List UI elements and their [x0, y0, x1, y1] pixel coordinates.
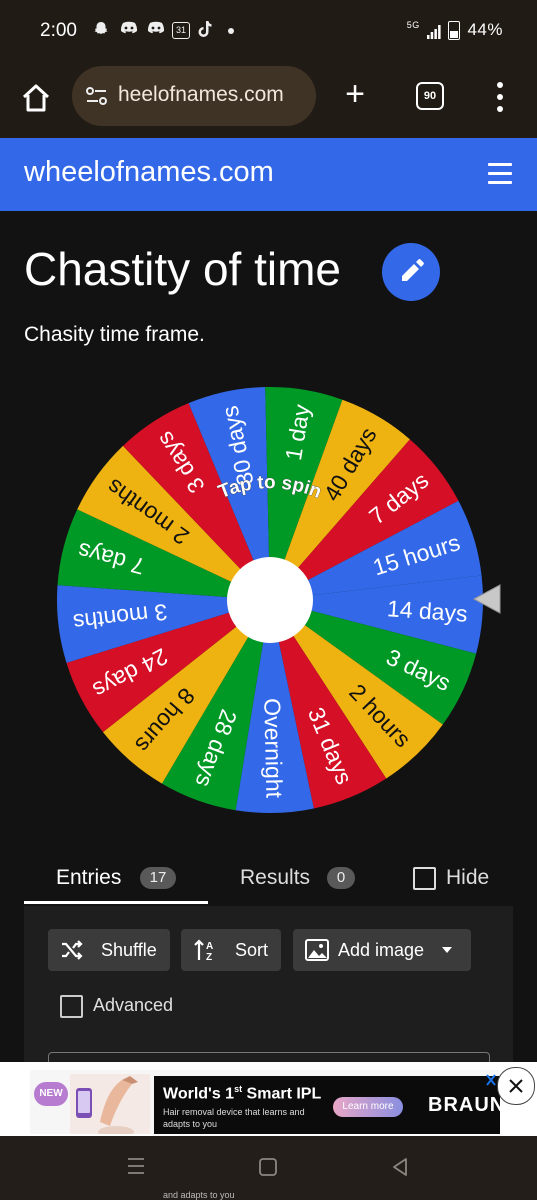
adchoices-icon[interactable]	[485, 1073, 497, 1090]
hide-checkbox[interactable]	[413, 867, 436, 890]
page-title: Chastity of time	[24, 243, 341, 295]
active-tab-indicator	[24, 901, 208, 904]
discord-icon	[145, 20, 167, 40]
ad-learn-more-button[interactable]: Learn more	[333, 1097, 403, 1117]
recent-apps-icon[interactable]	[125, 1156, 147, 1176]
entries-count-badge: 17	[140, 867, 176, 889]
caret-down-icon	[442, 947, 452, 953]
svg-text:Z: Z	[206, 952, 212, 962]
ad-close-button[interactable]	[497, 1067, 535, 1105]
hide-label[interactable]: Hide	[446, 866, 489, 890]
tab-entries-label[interactable]: Entries	[56, 866, 121, 890]
ad-new-badge: NEW	[34, 1082, 68, 1106]
add-image-label: Add image	[338, 940, 425, 960]
edit-title-button[interactable]	[382, 243, 440, 301]
shuffle-label: Shuffle	[101, 940, 157, 960]
status-indicators: 5G 44%	[406, 20, 503, 41]
ad-peek-text: and adapts to you	[163, 1190, 235, 1200]
results-count-badge: 0	[327, 867, 355, 889]
image-icon	[305, 939, 329, 961]
spin-wheel[interactable]: 14 days3 days2 hours31 daysOvernight28 d…	[55, 385, 485, 815]
nav-home-icon[interactable]	[258, 1157, 278, 1177]
ad-subtext: Hair removal device that learns and adap…	[163, 1107, 305, 1129]
ad-product-image	[70, 1074, 150, 1134]
shuffle-icon	[62, 940, 83, 960]
home-icon[interactable]	[18, 80, 54, 116]
shuffle-button[interactable]: Shuffle	[48, 929, 170, 971]
sort-icon: AZ	[194, 939, 213, 962]
signal-icon	[427, 24, 441, 39]
kebab-menu-icon[interactable]	[488, 80, 512, 114]
wheel-pointer-icon	[472, 584, 501, 614]
svg-text:A: A	[206, 941, 213, 952]
wheel-slice-label: Overnight	[259, 698, 287, 799]
add-image-button[interactable]: Add image	[293, 929, 471, 971]
network-icon: 5G	[406, 20, 420, 30]
advanced-label[interactable]: Advanced	[93, 995, 173, 1016]
ad-brand-logo: BRAUN	[428, 1094, 506, 1116]
new-tab-icon[interactable]: +	[338, 76, 372, 112]
discord-icon	[118, 20, 140, 40]
calendar-icon: 31	[172, 22, 190, 39]
close-icon	[509, 1079, 523, 1093]
wheel-center-hub[interactable]	[227, 557, 313, 643]
pencil-icon	[402, 259, 424, 281]
site-settings-icon[interactable]	[84, 84, 110, 108]
ad-headline: World's 1st Smart IPL	[163, 1084, 322, 1103]
url-text[interactable]: heelofnames.com	[118, 83, 308, 107]
battery-percent: 44%	[467, 20, 503, 39]
tab-results[interactable]: Results	[240, 866, 310, 890]
battery-icon	[448, 21, 461, 41]
sort-button[interactable]: AZ Sort	[181, 929, 281, 971]
sort-label: Sort	[235, 940, 269, 960]
snapchat-icon	[90, 20, 112, 40]
advanced-checkbox[interactable]	[60, 995, 83, 1018]
tab-switcher-button[interactable]: 90	[416, 82, 444, 110]
hamburger-menu-icon[interactable]	[488, 163, 512, 185]
tiktok-icon	[194, 20, 216, 40]
status-time: 2:00	[40, 20, 77, 41]
site-logo[interactable]: wheelofnames.com	[24, 156, 274, 189]
more-dot-icon	[228, 28, 234, 34]
page-description: Chasity time frame.	[24, 323, 205, 346]
nav-back-icon[interactable]	[390, 1157, 410, 1177]
